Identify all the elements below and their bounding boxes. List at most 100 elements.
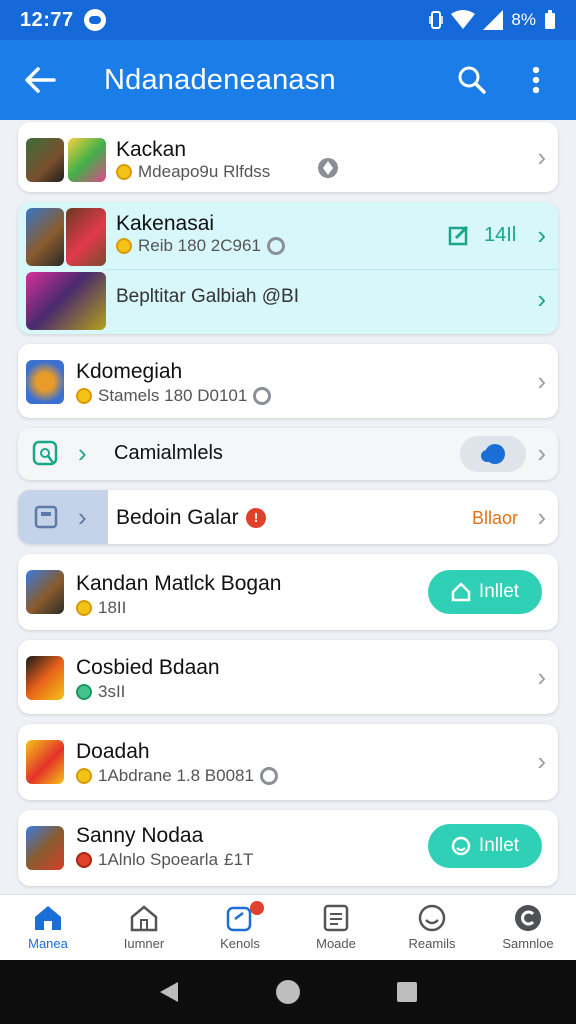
status-time: 12:77 <box>20 8 74 31</box>
chevron-right-icon: › <box>537 746 546 776</box>
coin-icon <box>76 852 92 868</box>
document-icon <box>323 904 349 932</box>
item-subtitle: Reib 180 2C961 <box>138 236 261 255</box>
page-title: Ndanadeneanasn <box>104 63 336 96</box>
coin-icon <box>116 164 132 180</box>
back-button[interactable] <box>0 66 80 94</box>
vibrate-icon <box>429 11 444 29</box>
game-thumbnail <box>26 740 64 784</box>
more-options-button[interactable] <box>504 66 568 94</box>
item-subtitle-row: Reib 180 2C961 <box>116 236 285 256</box>
item-subtitle-row: 1Alnlo Spoearla £1T <box>76 850 253 870</box>
edit-icon <box>448 225 469 246</box>
chevron-right-icon: › <box>537 502 546 532</box>
house-outline-icon <box>130 905 158 932</box>
status-bar: 12:77 8% <box>0 0 576 40</box>
chevron-right-icon: › <box>537 220 546 250</box>
item-subtitle-row: 1Abdrane 1.8 B0081 <box>76 766 278 786</box>
battery-icon <box>545 10 555 29</box>
smiley-install-icon <box>451 836 471 856</box>
item-count: 14Il <box>484 224 517 246</box>
list-item[interactable]: Kackan Mdeapo9u Rlfdss › <box>18 122 558 192</box>
nav-label: Iumner <box>123 936 165 951</box>
warning-badge-icon: ! <box>246 508 266 528</box>
back-triangle-icon[interactable] <box>158 980 180 1004</box>
nav-item-moade[interactable]: Moade <box>288 895 384 960</box>
nav-item-samnloe[interactable]: Samnloe <box>480 895 576 960</box>
recents-square-icon[interactable] <box>396 981 418 1003</box>
item-title-secondary: Bepltitar Galbiah @BI <box>116 286 299 307</box>
list-item-highlighted[interactable]: Kakenasai Reib 180 2C961 14Il › Bepltita… <box>18 202 558 334</box>
search-icon <box>458 66 486 94</box>
location-icon <box>318 158 338 178</box>
nav-item-home[interactable]: Manea <box>0 895 96 960</box>
item-subtitle-row: 3sII <box>76 682 125 702</box>
home-circle-icon[interactable] <box>275 979 301 1005</box>
item-action[interactable]: Bllaor <box>472 508 518 529</box>
chevron-right-icon: › <box>537 366 546 396</box>
nav-item-iumner[interactable]: Iumner <box>96 895 192 960</box>
game-thumbnail <box>66 208 106 266</box>
install-button[interactable]: Inllet <box>428 824 542 868</box>
list-item[interactable]: Sanny Nodaa 1Alnlo Spoearla £1T Inllet <box>18 810 558 886</box>
game-thumbnail <box>68 138 106 182</box>
install-label: Inllet <box>478 835 520 856</box>
item-title: Bedoin Galar <box>116 506 239 529</box>
item-title: Kackan <box>116 138 187 161</box>
settings-small-icon <box>253 387 272 405</box>
coin-icon <box>76 684 92 700</box>
toggle-pill[interactable] <box>460 436 526 472</box>
game-thumbnail <box>26 826 64 870</box>
item-left-panel: › <box>18 490 108 544</box>
nav-label: Kenols <box>220 936 260 951</box>
system-navigation-bar <box>0 960 576 1024</box>
item-subtitle: 1Abdrane 1.8 B0081 <box>98 766 254 785</box>
game-thumbnail <box>26 570 64 614</box>
item-title: Kandan Matlck Bogan <box>76 572 282 595</box>
nav-label: Moade <box>316 936 356 951</box>
nav-label: Reamils <box>408 936 456 951</box>
chevron-right-icon: › <box>78 502 87 532</box>
nav-item-reamils[interactable]: Reamils <box>384 895 480 960</box>
list-item[interactable]: › Camialmlels › <box>18 428 558 480</box>
signal-icon <box>483 10 504 30</box>
app-bar: Ndanadeneanasn <box>0 40 576 120</box>
list-item[interactable]: Kdomegiah Stamels 180 D0101 › <box>18 344 558 418</box>
game-thumbnail <box>26 138 64 182</box>
home-icon <box>35 906 61 930</box>
battery-text: 8% <box>511 10 536 29</box>
item-subtitle-row: Mdeapo9u Rlfdss <box>116 162 270 182</box>
document-box-icon <box>34 505 58 529</box>
status-icons: 8% <box>429 10 556 30</box>
install-icon <box>451 582 471 602</box>
list-item[interactable]: › Bedoin Galar ! Bllaor › <box>18 490 558 544</box>
coin-icon <box>116 238 132 254</box>
list-item[interactable]: Cosbied Bdaan 3sII › <box>18 640 558 714</box>
item-subtitle: Mdeapo9u Rlfdss <box>138 162 271 181</box>
chevron-right-icon: › <box>537 662 546 692</box>
item-title: Camialmlels <box>114 442 223 464</box>
settings-small-icon <box>266 237 285 255</box>
item-title: Sanny Nodaa <box>76 824 204 847</box>
coin-icon <box>76 768 92 784</box>
search-button[interactable] <box>440 65 504 95</box>
game-thumbnail <box>26 208 64 266</box>
item-subtitle-suffix: £1T <box>224 850 254 869</box>
chevron-right-icon: › <box>537 438 546 468</box>
coin-icon <box>76 600 92 616</box>
nav-item-kenols[interactable]: Kenols <box>192 895 288 960</box>
item-title: Cosbied Bdaan <box>76 656 220 679</box>
chat-bubble-icon <box>481 444 505 464</box>
list-item[interactable]: Kandan Matlck Bogan 18II Inllet <box>18 554 558 630</box>
game-thumbnail <box>26 656 64 700</box>
list-item[interactable]: Doadah 1Abdrane 1.8 B0081 › <box>18 724 558 800</box>
install-button[interactable]: Inllet <box>428 570 542 614</box>
game-thumbnail <box>26 272 106 330</box>
item-subtitle-row: 18II <box>76 598 126 618</box>
divider <box>106 269 558 270</box>
chevron-right-icon: › <box>78 438 87 468</box>
coin-icon <box>76 388 92 404</box>
item-subtitle-row: Stamels 180 D0101 <box>76 386 272 406</box>
profile-icon <box>515 905 541 931</box>
settings-small-icon <box>259 767 278 785</box>
